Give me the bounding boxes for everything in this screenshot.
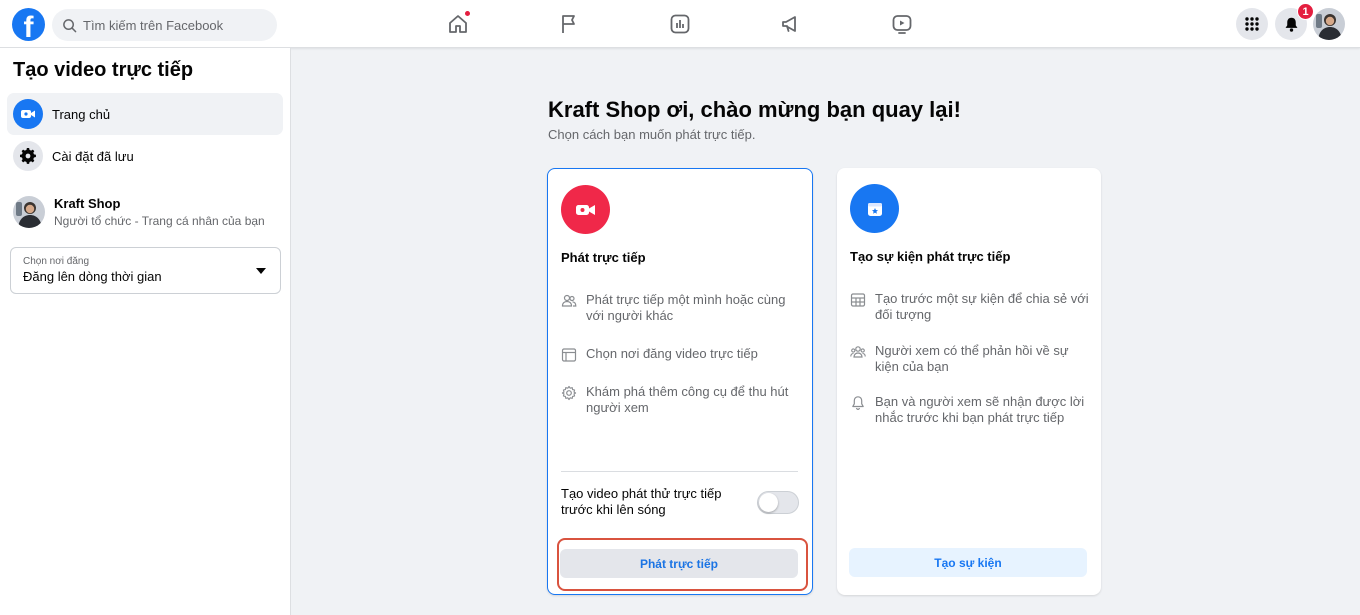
sidebar: Tạo video trực tiếp Trang chủ Cài đặt đã… [0, 48, 291, 615]
bell-icon [1285, 17, 1297, 32]
search-box[interactable] [52, 9, 277, 41]
create-event-card[interactable]: Tạo sự kiện phát trực tiếp Tạo trước một… [837, 168, 1101, 595]
megaphone-icon [782, 16, 796, 32]
post-location-value: Đăng lên dòng thời gian [23, 269, 162, 284]
highlight-annotation-box [557, 538, 808, 591]
profile-avatar[interactable] [1313, 8, 1345, 40]
live-camera-icon [561, 185, 610, 234]
event-calendar-icon [850, 184, 899, 233]
people-icon [561, 294, 577, 307]
gear-icon [561, 385, 577, 401]
notification-badge: 1 [1297, 3, 1314, 20]
page-title: Kraft Shop ơi, chào mừng bạn quay lại! [548, 97, 961, 122]
feature-item: Tạo trước một sự kiện để chia sẻ với đối… [850, 291, 1090, 323]
video-icon [892, 15, 912, 34]
preview-toggle-label: Tạo video phát thử trực tiếp trước khi l… [561, 486, 722, 517]
live-video-icon [13, 99, 43, 129]
go-live-title: Phát trực tiếp [561, 250, 646, 265]
card-divider [561, 471, 798, 472]
feature-text: Tạo trước một sự kiện để chia sẻ với đối… [875, 291, 1089, 322]
ads-nav-button[interactable] [779, 12, 803, 36]
calendar-grid-icon [850, 293, 866, 307]
avatar-image [1313, 8, 1345, 40]
feature-text: Người xem có thể phản hồi về sự kiện của… [875, 343, 1069, 374]
sidebar-item-label: Trang chủ [52, 106, 111, 122]
create-event-title: Tạo sự kiện phát trực tiếp [850, 249, 1011, 264]
notifications-button[interactable]: 1 [1275, 3, 1314, 40]
top-navigation-bar: f 1 [0, 0, 1360, 48]
feature-item: Chọn nơi đăng video trực tiếp [561, 346, 801, 363]
home-nav-button[interactable] [446, 10, 471, 36]
gear-icon [13, 141, 43, 171]
bell-icon [852, 396, 864, 411]
feature-item: Người xem có thể phản hồi về sự kiện của… [850, 343, 1090, 375]
insights-icon [670, 14, 690, 34]
sidebar-item-label: Cài đặt đã lưu [52, 148, 134, 164]
page-subtitle: Chọn cách bạn muốn phát trực tiếp. [548, 127, 756, 142]
people-icon [850, 346, 866, 358]
toggle-knob [759, 493, 778, 512]
pages-nav-button[interactable] [557, 12, 581, 36]
sidebar-title: Tạo video trực tiếp [13, 59, 194, 81]
insights-nav-button[interactable] [668, 12, 692, 36]
post-location-select[interactable]: Chọn nơi đăng Đăng lên dòng thời gian [10, 247, 281, 294]
flag-icon [562, 15, 575, 33]
organizer-subtitle: Người tổ chức - Trang cá nhân của bạn [54, 214, 265, 228]
create-event-button[interactable]: Tạo sự kiện [849, 548, 1087, 577]
video-nav-button[interactable] [890, 12, 914, 36]
dropdown-caret-icon [256, 268, 266, 274]
search-icon [63, 18, 77, 32]
feature-item: Khám phá thêm công cụ để thu hút người x… [561, 384, 801, 416]
feature-text: Khám phá thêm công cụ để thu hút người x… [586, 384, 789, 415]
post-location-label: Chọn nơi đăng [23, 256, 90, 267]
feature-text: Chọn nơi đăng video trực tiếp [586, 346, 758, 361]
feature-item: Bạn và người xem sẽ nhận được lời nhắc t… [850, 394, 1090, 426]
facebook-logo[interactable]: f [12, 8, 45, 41]
home-notification-dot [464, 10, 471, 17]
organizer-name: Kraft Shop [54, 196, 121, 211]
feature-text: Bạn và người xem sẽ nhận được lời nhắc t… [875, 394, 1085, 425]
feature-text: Phát trực tiếp một mình hoặc cùng với ng… [586, 292, 786, 323]
grid-menu-icon [1245, 17, 1259, 31]
browser-icon [561, 348, 577, 362]
organizer-info: Kraft Shop Người tổ chức - Trang cá nhân… [13, 196, 265, 228]
preview-toggle[interactable] [757, 491, 799, 514]
menu-button[interactable] [1236, 8, 1268, 40]
feature-item: Phát trực tiếp một mình hoặc cùng với ng… [561, 292, 801, 324]
search-input[interactable] [83, 17, 263, 33]
sidebar-item-home[interactable]: Trang chủ [7, 93, 283, 135]
sidebar-item-saved-settings[interactable]: Cài đặt đã lưu [7, 135, 283, 177]
organizer-avatar [13, 196, 45, 228]
go-live-card[interactable]: Phát trực tiếp Phát trực tiếp một mình h… [547, 168, 813, 595]
